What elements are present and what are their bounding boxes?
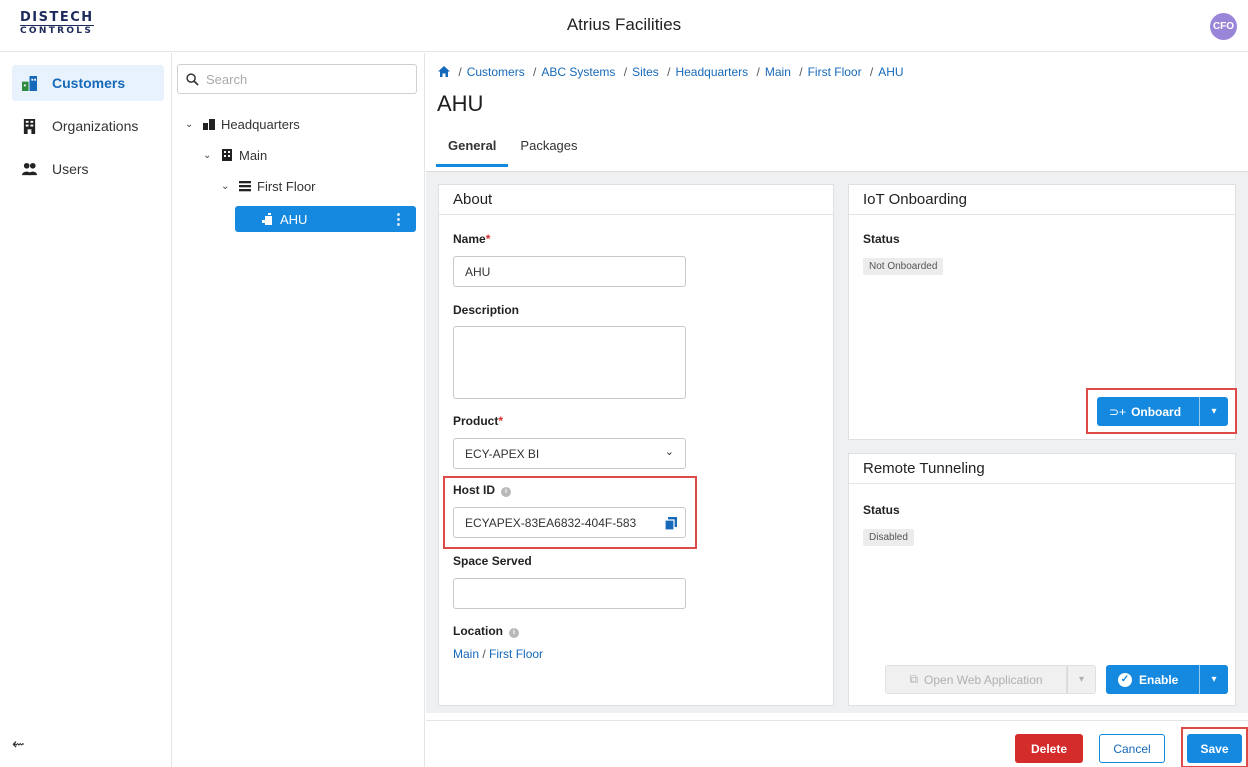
save-highlight xyxy=(1181,727,1248,767)
location-label: Location i xyxy=(453,624,519,638)
home-icon[interactable] xyxy=(438,66,450,77)
device-icon xyxy=(262,213,272,225)
name-label: Name* xyxy=(453,232,491,246)
onboard-highlight xyxy=(1086,388,1237,434)
top-bar: DISTECH CONTROLS Atrius Facilities CFO xyxy=(0,0,1248,52)
iot-card-title: IoT Onboarding xyxy=(849,185,1235,215)
name-field[interactable]: AHU xyxy=(453,256,686,287)
description-label: Description xyxy=(453,303,520,317)
breadcrumb-abc-systems[interactable]: ABC Systems xyxy=(541,65,615,79)
tunnel-card-title: Remote Tunneling xyxy=(849,454,1235,484)
app-title: Atrius Facilities xyxy=(566,15,682,34)
more-options-icon[interactable]: ⋮ xyxy=(391,210,406,228)
search-placeholder: Search xyxy=(206,71,248,87)
user-avatar[interactable]: CFO xyxy=(1210,13,1237,40)
search-input[interactable]: Search xyxy=(177,64,417,94)
enable-label: Enable xyxy=(1139,672,1179,687)
site-tree-panel: Search ⌄ Headquarters ⌄ Main ⌄ First Flo… xyxy=(173,53,425,767)
location-link-main[interactable]: Main xyxy=(453,647,479,661)
building-icon xyxy=(222,149,232,161)
cancel-button[interactable]: Cancel xyxy=(1099,734,1165,763)
collapse-left-arrow-icon[interactable]: ⇜ xyxy=(12,735,25,753)
tab-general[interactable]: General xyxy=(436,135,509,167)
tree-node-label: First Floor xyxy=(257,178,316,194)
product-label: Product* xyxy=(453,414,504,428)
breadcrumb-customers[interactable]: Customers xyxy=(467,65,525,79)
iot-status-label: Status xyxy=(863,232,900,246)
content-area: About Name* AHU Description Product* ECY… xyxy=(426,171,1248,713)
chevron-down-icon: ▾ xyxy=(1211,674,1217,685)
required-mark: * xyxy=(485,232,491,246)
iot-onboarding-card: IoT Onboarding Status Not Onboarded ⊃+ O… xyxy=(848,184,1237,440)
host-id-highlight xyxy=(443,476,697,549)
nav-item-users[interactable]: Users xyxy=(12,151,164,187)
remote-tunneling-card: Remote Tunneling Status Disabled ⧉ Open … xyxy=(848,453,1236,706)
open-web-app-button[interactable]: ⧉ Open Web Application xyxy=(885,665,1067,694)
nav-item-label: Organizations xyxy=(52,118,139,134)
open-web-app-label: Open Web Application xyxy=(924,672,1043,687)
iot-status-badge: Not Onboarded xyxy=(863,258,944,275)
check-circle-icon: ✓ xyxy=(1118,672,1132,687)
nav-item-label: Customers xyxy=(52,75,126,91)
breadcrumb: / Customers / ABC Systems / Sites / Headquar… xyxy=(438,65,904,79)
tab-bar: General Packages xyxy=(436,135,590,167)
tree-node-headquarters[interactable]: ⌄ Headquarters xyxy=(185,113,300,135)
product-select[interactable]: ECY-APEX BI ⌄ xyxy=(453,438,686,469)
tree-node-main[interactable]: ⌄ Main xyxy=(203,144,267,166)
users-icon xyxy=(22,162,37,175)
tree-node-ahu[interactable]: AHU ⋮ xyxy=(235,206,416,232)
office-building-icon xyxy=(23,118,36,134)
about-card: About Name* AHU Description Product* ECY… xyxy=(438,184,834,706)
delete-button[interactable]: Delete xyxy=(1015,734,1083,763)
enable-split-button: ✓ Enable ▾ xyxy=(1106,665,1228,694)
main-nav: Customers Organizations Users ⇜ xyxy=(0,53,172,767)
tree-node-label: Main xyxy=(239,147,268,163)
tree-node-label: AHU xyxy=(280,211,308,227)
space-served-field[interactable] xyxy=(453,578,686,609)
open-web-app-split-button: ⧉ Open Web Application ▾ xyxy=(885,665,1096,694)
tree-node-first-floor[interactable]: ⌄ First Floor xyxy=(221,175,316,197)
about-card-title: About xyxy=(439,185,833,215)
info-icon[interactable]: i xyxy=(509,628,519,638)
breadcrumb-headquarters[interactable]: Headquarters xyxy=(675,65,748,79)
enable-dropdown-button[interactable]: ▾ xyxy=(1199,665,1228,694)
location-separator: / xyxy=(482,647,486,661)
nav-item-customers[interactable]: Customers xyxy=(12,65,164,101)
description-field[interactable] xyxy=(453,326,686,399)
external-link-icon: ⧉ xyxy=(909,672,919,686)
breadcrumb-sites[interactable]: Sites xyxy=(632,65,659,79)
tab-packages[interactable]: Packages xyxy=(508,135,589,167)
chevron-down-icon: ⌄ xyxy=(664,446,674,458)
chevron-down-icon[interactable]: ⌄ xyxy=(185,119,203,130)
main-panel: / Customers / ABC Systems / Sites / Headquar… xyxy=(426,53,1248,767)
floor-stack-icon xyxy=(239,181,251,192)
chevron-down-icon: ▾ xyxy=(1078,674,1085,685)
search-icon xyxy=(186,72,199,86)
page-title: AHU xyxy=(437,91,484,116)
site-icon xyxy=(203,119,215,130)
tunnel-status-badge: Disabled xyxy=(863,529,914,546)
breadcrumb-main[interactable]: Main xyxy=(765,65,791,79)
required-mark: * xyxy=(498,414,504,428)
location-path: Main / First Floor xyxy=(453,647,543,661)
breadcrumb-ahu[interactable]: AHU xyxy=(878,65,903,79)
product-value: ECY-APEX BI xyxy=(465,446,540,461)
action-footer: Delete Cancel Save xyxy=(426,720,1248,767)
space-served-label: Space Served xyxy=(453,554,532,568)
tunnel-status-label: Status xyxy=(863,503,900,517)
chevron-down-icon[interactable]: ⌄ xyxy=(203,150,221,161)
breadcrumb-first-floor[interactable]: First Floor xyxy=(808,65,862,79)
enable-button[interactable]: ✓ Enable xyxy=(1106,665,1199,694)
nav-item-organizations[interactable]: Organizations xyxy=(12,108,164,144)
tree-node-label: Headquarters xyxy=(221,116,300,132)
open-web-app-dropdown[interactable]: ▾ xyxy=(1067,665,1096,694)
building-blocks-icon xyxy=(22,75,37,91)
location-link-first-floor[interactable]: First Floor xyxy=(489,647,543,661)
chevron-down-icon[interactable]: ⌄ xyxy=(221,181,239,192)
nav-item-label: Users xyxy=(52,161,89,177)
